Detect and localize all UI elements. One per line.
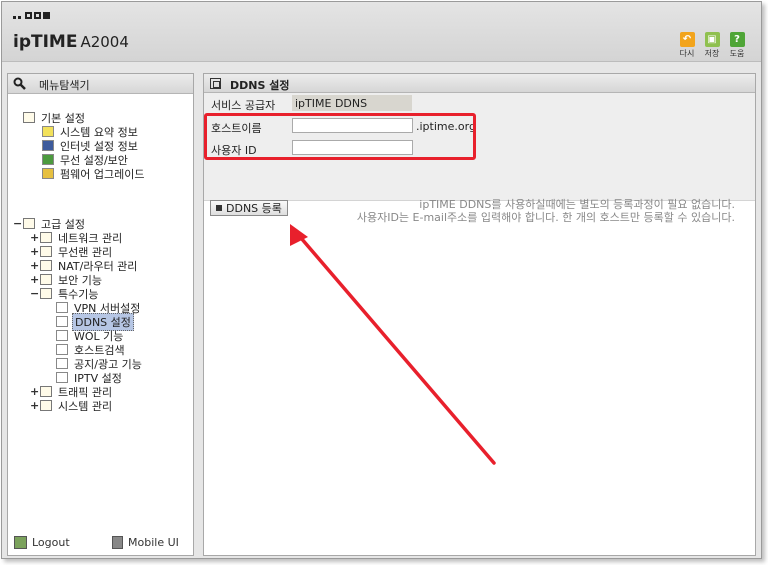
mobile-ui-button[interactable]: Mobile UI [112, 536, 179, 549]
note-line-2: 사용자ID는 E-mail주소를 입력해야 합니다. 한 개의 호스트만 등록할… [356, 211, 735, 224]
provider-label: 서비스 공급자 [211, 99, 276, 112]
brand-main: ipTIME [13, 32, 78, 52]
help-button[interactable]: ? 도움 [727, 32, 747, 59]
tree-item-special-features[interactable]: − 특수기능 [30, 287, 100, 301]
tree-item-internet-settings[interactable]: 인터넷 설정 정보 [42, 139, 140, 153]
wireless-icon [40, 246, 52, 257]
tree-item-firmware-upgrade[interactable]: 펌웨어 업그레이드 [42, 167, 146, 181]
logout-icon [14, 536, 27, 549]
help-label: 도움 [729, 49, 745, 58]
undo-label: 다시 [679, 49, 695, 58]
expand-toggle[interactable]: + [30, 259, 39, 272]
expand-toggle[interactable]: + [30, 273, 39, 286]
undo-button[interactable]: ↶ 다시 [677, 32, 697, 59]
collapse-toggle[interactable]: − [30, 287, 39, 300]
folder-icon [23, 218, 35, 229]
expand-toggle[interactable]: + [30, 245, 39, 258]
page-icon [56, 302, 68, 313]
chart-icon [42, 126, 54, 137]
ddns-register-button[interactable]: DDNS 등록 [210, 200, 288, 216]
window-icon [210, 78, 221, 89]
expand-toggle[interactable]: + [30, 231, 39, 244]
tree-item-nat-router-management[interactable]: + NAT/라우터 관리 [30, 259, 139, 273]
tree-item-iptv[interactable]: IPTV 설정 [56, 371, 124, 385]
tree-item-notice-ads[interactable]: 공지/광고 기능 [56, 357, 144, 371]
tree-item-system-summary[interactable]: 시스템 요약 정보 [42, 125, 140, 139]
folder-icon [40, 288, 52, 299]
menu-explorer: 메뉴탐색기 기본 설정 시스템 요약 정보 인터넷 설정 정보 무선 설정/보안 [7, 73, 194, 556]
panel-header: DDNS 설정 [204, 74, 755, 93]
logout-button[interactable]: Logout [14, 536, 70, 549]
search-icon [13, 77, 26, 90]
mobile-ui-label: Mobile UI [128, 536, 179, 549]
menu-explorer-header: 메뉴탐색기 [8, 74, 193, 94]
ddns-settings-panel: DDNS 설정 서비스 공급자 ipTIME DDNS 호스트이름 .iptim… [203, 73, 756, 556]
page-icon [56, 372, 68, 383]
tree-item-wireless-security[interactable]: 무선 설정/보안 [42, 153, 130, 167]
traffic-icon [40, 386, 52, 397]
upgrade-icon [42, 168, 54, 179]
tree-item-traffic-management[interactable]: + 트래픽 관리 [30, 385, 114, 399]
provider-value: ipTIME DDNS [292, 95, 412, 111]
mobile-icon [112, 536, 123, 549]
save-icon: ▣ [704, 32, 720, 47]
tree-item-system-management[interactable]: + 시스템 관리 [30, 399, 114, 413]
router-admin-window: ipTIME A2004 ↶ 다시 ▣ 저장 ? 도움 메뉴탐색기 기본 설정 … [1, 1, 762, 559]
brand-model: A2004 [80, 33, 129, 51]
brand-logo: ipTIME A2004 [13, 32, 129, 52]
page-icon [56, 330, 68, 341]
provider-row: 서비스 공급자 ipTIME DDNS [204, 94, 755, 113]
sidebar-footer: Logout Mobile UI [8, 535, 193, 551]
tree-item-host-search[interactable]: 호스트검색 [56, 343, 127, 357]
button-bullet-icon [216, 205, 222, 211]
save-button[interactable]: ▣ 저장 [702, 32, 722, 59]
lock-icon [40, 274, 52, 285]
ddns-note: ipTIME DDNS를 사용하실때에는 별도의 등록과정이 필요 없습니다. … [357, 198, 735, 224]
annotation-highlight-box [204, 113, 476, 160]
note-line-1: ipTIME DDNS를 사용하실때에는 별도의 등록과정이 필요 없습니다. [419, 198, 735, 211]
tree-item-wireless-management[interactable]: + 무선랜 관리 [30, 245, 114, 259]
wireless-icon [42, 154, 54, 165]
tree-item-basic-settings[interactable]: 기본 설정 [23, 111, 87, 125]
header: ipTIME A2004 ↶ 다시 ▣ 저장 ? 도움 [2, 2, 761, 62]
tree-item-ddns-settings[interactable]: DDNS 설정 [56, 312, 134, 331]
toolbar: ↶ 다시 ▣ 저장 ? 도움 [677, 32, 747, 59]
logo-dots [13, 12, 50, 19]
expand-toggle[interactable]: + [30, 385, 39, 398]
undo-icon: ↶ [679, 32, 695, 47]
tree-label: 시스템 관리 [58, 399, 113, 413]
tree-item-advanced-settings[interactable]: − 고급 설정 [13, 217, 87, 231]
monitor-icon [42, 140, 54, 151]
save-label: 저장 [704, 49, 720, 58]
tree-label: 펌웨어 업그레이드 [60, 167, 145, 181]
collapse-toggle[interactable]: − [13, 217, 22, 230]
system-icon [40, 400, 52, 411]
page-icon [56, 344, 68, 355]
tree-item-wol[interactable]: WOL 기능 [56, 329, 125, 343]
tree-item-security-features[interactable]: + 보안 기능 [30, 273, 104, 287]
folder-icon [23, 112, 35, 123]
expand-toggle[interactable]: + [30, 399, 39, 412]
page-icon [56, 316, 68, 327]
router-icon [40, 260, 52, 271]
logout-label: Logout [32, 536, 70, 549]
panel-title: DDNS 설정 [230, 79, 290, 92]
help-icon: ? [729, 32, 745, 47]
ddns-register-label: DDNS 등록 [226, 202, 282, 215]
network-icon [40, 232, 52, 243]
page-icon [56, 358, 68, 369]
tree-item-network-management[interactable]: + 네트워크 관리 [30, 231, 124, 245]
menu-explorer-title: 메뉴탐색기 [39, 79, 90, 92]
